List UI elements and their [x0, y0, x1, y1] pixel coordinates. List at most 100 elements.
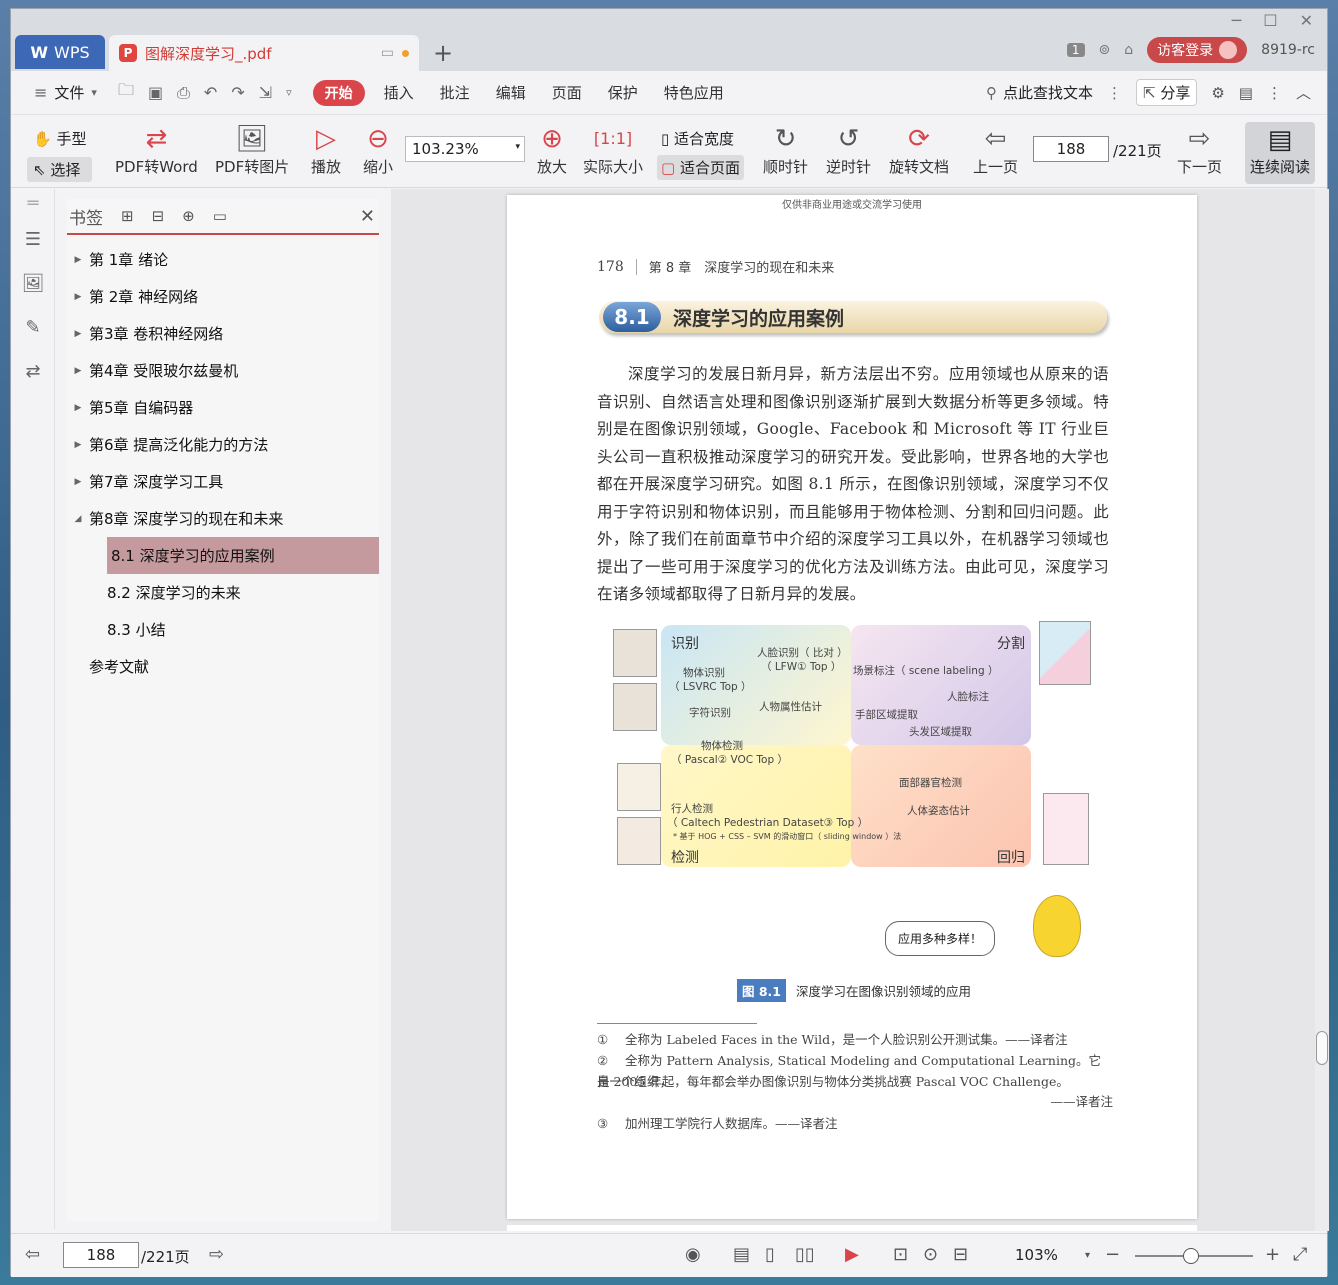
fit-width-status-icon[interactable]: ⊟	[953, 1244, 968, 1265]
monitor-icon[interactable]: ▭	[381, 45, 394, 61]
actual-size-button[interactable]: [1:1] 实际大小	[583, 122, 643, 177]
more-vertical-icon[interactable]: ⋮	[1107, 84, 1122, 102]
tab-edit[interactable]: 编辑	[496, 82, 526, 103]
search-text-field[interactable]: 点此查找文本	[1003, 82, 1093, 103]
zoom-dropdown-icon[interactable]: ▾	[1085, 1250, 1090, 1261]
expand-arrow-icon[interactable]: ▶	[67, 292, 89, 302]
bookmark-item[interactable]: ▶ 第7章 深度学习工具	[67, 463, 379, 500]
expand-arrow-icon[interactable]: ▶	[67, 477, 89, 487]
expand-arrow-icon[interactable]: ▶	[67, 329, 89, 339]
expand-arrow-icon[interactable]: ▶	[67, 440, 89, 450]
outline-icon[interactable]: ☰	[11, 217, 55, 261]
eye-protect-icon[interactable]: ◉	[685, 1244, 701, 1265]
collapse-arrow-icon[interactable]: ◢	[67, 514, 89, 524]
fit-page-status-icon[interactable]: ⊙	[923, 1244, 938, 1265]
more-dropdown-icon[interactable]: ▿	[286, 86, 292, 99]
close-panel-icon[interactable]: ✕	[360, 206, 375, 227]
redo-icon[interactable]: ↷	[231, 83, 244, 102]
tab-features[interactable]: 特色应用	[664, 82, 724, 103]
tab-start[interactable]: 开始	[312, 79, 365, 106]
continuous-view-icon[interactable]: ▤	[733, 1244, 750, 1265]
zoom-in-status-icon[interactable]: +	[1265, 1244, 1280, 1265]
select-tool-button[interactable]: ⇖ 选择	[27, 157, 93, 182]
expand-arrow-icon[interactable]: ▶	[67, 366, 89, 376]
rotate-counterclockwise-button[interactable]: ↺ 逆时针	[826, 122, 871, 177]
play-button[interactable]: ▷ 播放	[311, 122, 341, 177]
pdf-to-word-button[interactable]: ⇄ PDF转Word	[115, 122, 198, 177]
bookmark-item[interactable]: 参考文献	[67, 648, 379, 685]
wps-home-tab[interactable]: W WPS	[15, 35, 105, 69]
bookmark-settings-icon[interactable]: ▭	[213, 207, 227, 225]
zoom-slider-knob[interactable]	[1183, 1248, 1199, 1264]
file-menu[interactable]: 文件	[54, 82, 84, 103]
share-button[interactable]: ⇱ 分享	[1135, 79, 1198, 106]
rotate-document-button[interactable]: ⟳ 旋转文档	[889, 122, 949, 177]
status-next-page-icon[interactable]: ⇨	[209, 1244, 224, 1265]
print-icon[interactable]: ⎙	[177, 83, 190, 103]
bookmark-item[interactable]: ▶ 第5章 自编码器	[67, 389, 379, 426]
pdf-convert-icon[interactable]: ⇄	[11, 349, 55, 393]
close-window-icon[interactable]: ✕	[1300, 11, 1313, 30]
single-page-icon[interactable]: ▯	[765, 1244, 775, 1265]
guest-login-button[interactable]: 访客登录	[1147, 37, 1248, 63]
next-page-button[interactable]: ⇨ 下一页	[1177, 122, 1222, 177]
document-tab[interactable]: P 图解深度学习_.pdf ▭	[109, 35, 419, 71]
scrollbar-thumb[interactable]	[1316, 1031, 1328, 1065]
export-icon[interactable]: ⇲	[259, 83, 272, 102]
document-viewport[interactable]: 仅供非商业用途或交流学习使用 178 第 8 章 深度学习的现在和未来 8.1 …	[391, 189, 1315, 1231]
maximize-icon[interactable]: ☐	[1263, 11, 1277, 30]
comment-icon[interactable]: ▤	[1239, 84, 1253, 102]
prev-page-button[interactable]: ⇦ 上一页	[973, 122, 1018, 177]
open-folder-icon[interactable]: 🗀	[118, 79, 134, 106]
collapse-ribbon-icon[interactable]: ︿	[1296, 82, 1311, 103]
skin-icon[interactable]: ⌂	[1124, 42, 1133, 58]
fit-width-button[interactable]: ▯ 适合宽度	[657, 126, 744, 151]
tab-annotate[interactable]: 批注	[440, 82, 470, 103]
thumbnail-icon[interactable]: 🖼	[11, 261, 55, 305]
undo-icon[interactable]: ↶	[204, 83, 217, 102]
expand-arrow-icon[interactable]: ▶	[67, 403, 89, 413]
more-options-icon[interactable]: ⋮	[1267, 84, 1282, 102]
bookmark-item[interactable]: ▶ 第6章 提高泛化能力的方法	[67, 426, 379, 463]
hamburger-icon[interactable]: ≡	[34, 83, 47, 102]
fullscreen-icon[interactable]: ⤢	[1293, 1244, 1307, 1265]
zoom-out-button[interactable]: ⊖ 缩小	[363, 122, 393, 177]
collapse-all-icon[interactable]: ⊟	[152, 207, 165, 225]
zoom-slider[interactable]	[1135, 1248, 1253, 1264]
expand-arrow-icon[interactable]: ▶	[67, 255, 89, 265]
bookmark-item-active[interactable]: 8.1 深度学习的应用案例	[107, 537, 379, 574]
tab-page[interactable]: 页面	[552, 82, 582, 103]
bookmark-item[interactable]: ▶ 第 2章 神经网络	[67, 278, 379, 315]
annotation-icon[interactable]: ✎	[11, 305, 55, 349]
play-slideshow-icon[interactable]: ▶	[845, 1244, 859, 1265]
status-zoom-value[interactable]: 103%	[1015, 1246, 1058, 1264]
bookmark-item[interactable]: 8.2 深度学习的未来	[67, 574, 379, 611]
rotate-clockwise-button[interactable]: ↻ 顺时针	[763, 122, 808, 177]
zoom-out-status-icon[interactable]: −	[1105, 1244, 1120, 1265]
search-icon[interactable]: ⚲	[986, 84, 997, 102]
cloud-icon[interactable]: ⊚	[1099, 42, 1111, 58]
fit-page-button[interactable]: ▢ 适合页面	[657, 155, 744, 180]
window-count-badge[interactable]: 1	[1066, 43, 1085, 57]
bookmark-item[interactable]: ▶ 第 1章 绪论	[67, 241, 379, 278]
tab-insert[interactable]: 插入	[384, 82, 414, 103]
chevron-down-icon[interactable]: ▾	[91, 86, 97, 99]
bookmark-item[interactable]: ▶ 第3章 卷积神经网络	[67, 315, 379, 352]
save-icon[interactable]: ▣	[148, 83, 163, 102]
zoom-dropdown-icon[interactable]: ▾	[515, 142, 520, 152]
hand-tool-button[interactable]: ✋ 手型	[27, 126, 92, 151]
zoom-input[interactable]: 103.23% ▾	[405, 136, 525, 162]
bookmark-item[interactable]: 8.3 小结	[67, 611, 379, 648]
minimize-icon[interactable]: ─	[1232, 11, 1242, 30]
new-tab-button[interactable]: +	[433, 39, 453, 67]
two-page-icon[interactable]: ▯▯	[795, 1244, 815, 1265]
status-page-input[interactable]: 188	[63, 1242, 139, 1268]
expand-all-icon[interactable]: ⊞	[121, 207, 134, 225]
tab-protect[interactable]: 保护	[608, 82, 638, 103]
status-prev-page-icon[interactable]: ⇦	[25, 1244, 40, 1265]
continuous-reading-button[interactable]: ▤ 连续阅读	[1245, 122, 1315, 184]
actual-size-status-icon[interactable]: ⊡	[893, 1244, 908, 1265]
add-bookmark-icon[interactable]: ⊕	[182, 207, 195, 225]
page-number-input[interactable]: 188	[1033, 136, 1109, 162]
vertical-scrollbar[interactable]	[1315, 189, 1329, 1231]
